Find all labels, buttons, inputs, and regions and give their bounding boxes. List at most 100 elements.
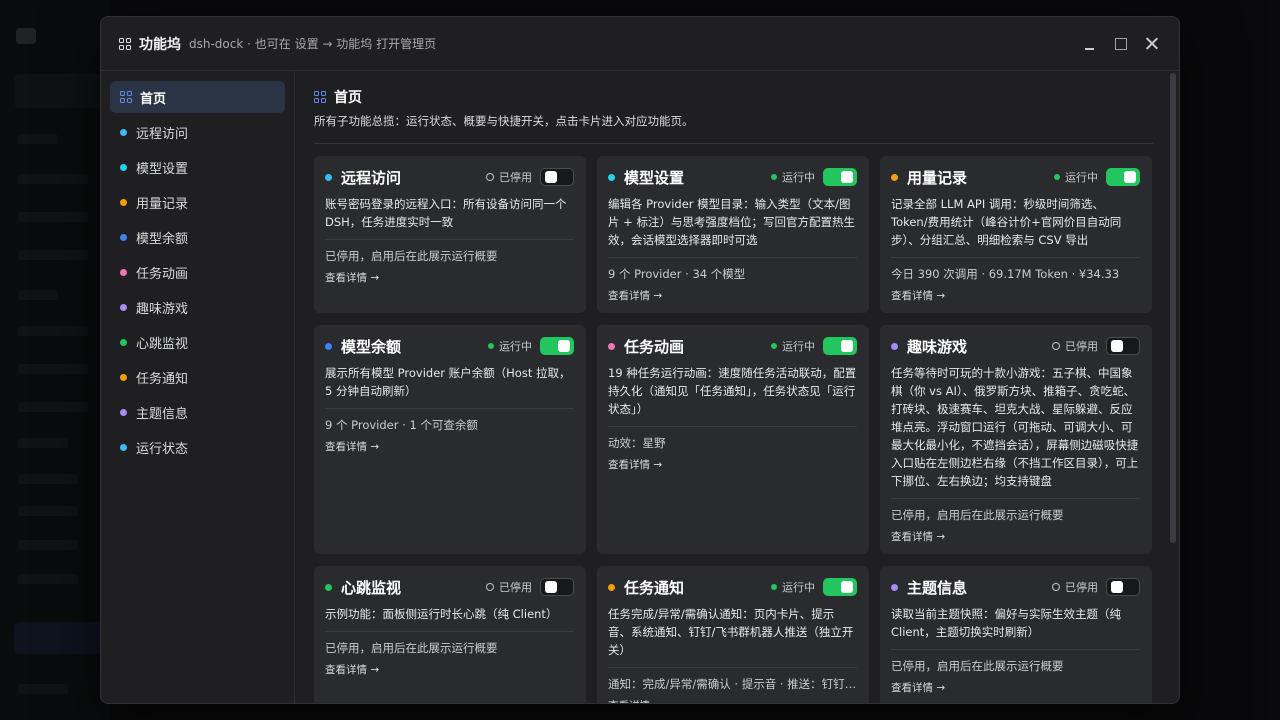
status-label: 已停用 [1065,340,1098,353]
feature-card[interactable]: 主题信息 已停用 读取当前主题快照：偏好与实际生效主题（纯 Client，主题切换实… [880,566,1152,703]
sidebar-item-10[interactable]: 运行状态 [110,431,285,463]
color-dot-icon [120,443,127,451]
sidebar-item-7[interactable]: 心跳监视 [110,326,285,358]
stopped-ring-icon [1052,583,1060,591]
card-title: 趣味游戏 [907,337,968,356]
enable-toggle[interactable] [823,578,857,596]
color-dot-icon [120,163,127,171]
card-header: 趣味游戏 已停用 [891,336,1140,356]
grid-icon [119,37,131,50]
card-header: 任务通知 运行中 [608,577,857,597]
feature-card[interactable]: 心跳监视 已停用 示例功能：面板侧运行时长心跳（纯 Client） 已停用，启用后在此… [314,566,586,703]
view-details-link[interactable]: 查看详情 → [325,270,574,285]
enable-toggle[interactable] [823,337,857,355]
sidebar-item-3[interactable]: 用量记录 [110,186,285,218]
feature-card[interactable]: 模型设置 运行中 编辑各 Provider 模型目录：输入类型（文本/图片 + 标注… [597,156,869,313]
stopped-ring-icon [1052,342,1060,350]
sidebar-item-1[interactable]: 远程访问 [110,116,285,148]
enable-toggle[interactable] [540,168,574,186]
minimize-icon[interactable] [1083,37,1097,51]
scrollbar[interactable] [1170,73,1176,543]
view-details-link[interactable]: 查看详情 → [325,662,574,677]
card-title: 模型余额 [341,337,402,356]
card-summary: 已停用，启用后在此展示运行概要 [891,659,1064,673]
feature-dock-modal: 功能坞 dsh-dock · 也可在 设置 → 功能坞 打开管理页 首页远程访问… [100,16,1180,704]
sidebar-item-label: 首页 [140,91,167,107]
status-label: 运行中 [499,340,532,353]
card-summary: 今日 390 次调用 · 69.17M Token · ¥34.33 [891,267,1120,281]
page-title: 首页 [334,90,362,106]
enable-toggle[interactable] [1106,337,1140,355]
view-details-link[interactable]: 查看详情 → [608,288,857,303]
sidebar-item-8[interactable]: 任务通知 [110,361,285,393]
status-badge: 运行中 [771,578,857,596]
sidebar-item-4[interactable]: 模型余额 [110,221,285,253]
sidebar-item-label: 趣味游戏 [136,301,189,317]
sidebar-item-label: 模型余额 [136,231,189,247]
card-header: 模型余额 运行中 [325,336,574,356]
window-title: 功能坞 [139,36,181,53]
home-grid-icon [314,91,326,103]
color-dot-icon [608,342,615,350]
page-description: 所有子功能总揽：运行状态、概要与快捷开关，点击卡片进入对应功能页。 [314,113,1153,144]
color-dot-icon [325,342,332,350]
card-title: 用量记录 [907,168,968,187]
title-bar: 功能坞 dsh-dock · 也可在 设置 → 功能坞 打开管理页 [101,17,1179,71]
view-details-link[interactable]: 查看详情 → [891,288,1140,303]
feature-card[interactable]: 任务通知 运行中 任务完成/异常/需确认通知：页内卡片、提示音、系统通知、钉钉/飞书… [597,566,869,703]
feature-card[interactable]: 趣味游戏 已停用 任务等待时可玩的十款小游戏：五子棋、中国象棋（你 vs AI）、俄… [880,325,1152,554]
view-details-link[interactable]: 查看详情 → [891,680,1140,695]
sidebar-item-0[interactable]: 首页 [110,81,285,113]
status-label: 已停用 [499,581,532,594]
sidebar-item-label: 用量记录 [136,196,189,212]
enable-toggle[interactable] [1106,578,1140,596]
status-badge: 运行中 [1054,168,1140,186]
feature-card[interactable]: 任务动画 运行中 19 种任务运行动画：速度随任务活动联动，配置持久化（通知见「任务… [597,325,869,554]
sidebar-item-2[interactable]: 模型设置 [110,151,285,183]
enable-toggle[interactable] [823,168,857,186]
color-dot-icon [325,583,332,591]
view-details-link[interactable]: 查看详情 → [608,698,857,703]
sidebar-item-label: 运行状态 [136,441,189,457]
color-dot-icon [120,128,127,136]
window-subtitle: dsh-dock · 也可在 设置 → 功能坞 打开管理页 [189,37,437,51]
sidebar-item-6[interactable]: 趣味游戏 [110,291,285,323]
card-description: 示例功能：面板侧运行时长心跳（纯 Client） [325,605,574,632]
status-label: 运行中 [782,171,815,184]
status-badge: 已停用 [486,578,574,596]
card-title: 模型设置 [624,168,685,187]
running-dot-icon [488,343,494,349]
feature-card[interactable]: 远程访问 已停用账号密码登录的远程入口：所有设备访问同一个 DSH，任务进度实时一… [314,156,586,313]
running-dot-icon [771,343,777,349]
view-details-link[interactable]: 查看详情 → [608,457,857,472]
color-dot-icon [120,373,127,381]
card-title: 主题信息 [907,578,968,597]
enable-toggle[interactable] [540,337,574,355]
stopped-ring-icon [486,173,494,181]
grid-icon [120,91,132,103]
card-title: 任务动画 [624,337,685,356]
sidebar: 首页远程访问 模型设置用量记录模型余额任务动画趣味游戏心跳监视任务通知主题信息运行… [101,71,295,703]
toggle-knob [841,581,853,593]
feature-card[interactable]: 模型余额 运行中展示所有模型 Provider 账户余额（Host 拉取，5 分钟… [314,325,586,554]
maximize-icon[interactable] [1115,38,1127,50]
enable-toggle[interactable] [1106,168,1140,186]
sidebar-item-label: 主题信息 [136,406,189,422]
card-description: 展示所有模型 Provider 账户余额（Host 拉取，5 分钟自动刷新） [325,364,574,409]
feature-card[interactable]: 用量记录 运行中 记录全部 LLM API 调用：秒级时间筛选、Token/费用统计… [880,156,1152,313]
view-details-link[interactable]: 查看详情 → [891,529,1140,544]
card-title: 心跳监视 [341,578,402,597]
close-icon[interactable] [1145,37,1159,51]
view-details-link[interactable]: 查看详情 → [325,439,574,454]
card-description: 账号密码登录的远程入口：所有设备访问同一个 DSH，任务进度实时一致 [325,195,574,240]
toggle-knob [558,340,570,352]
sidebar-item-label: 心跳监视 [136,336,189,352]
enable-toggle[interactable] [540,578,574,596]
toggle-knob [545,171,557,183]
sidebar-item-9[interactable]: 主题信息 [110,396,285,428]
status-label: 运行中 [782,340,815,353]
card-summary: 9 个 Provider · 1 个可查余额 [325,418,478,432]
card-header: 远程访问 已停用 [325,167,574,187]
sidebar-item-5[interactable]: 任务动画 [110,256,285,288]
card-title: 远程访问 [341,168,402,187]
